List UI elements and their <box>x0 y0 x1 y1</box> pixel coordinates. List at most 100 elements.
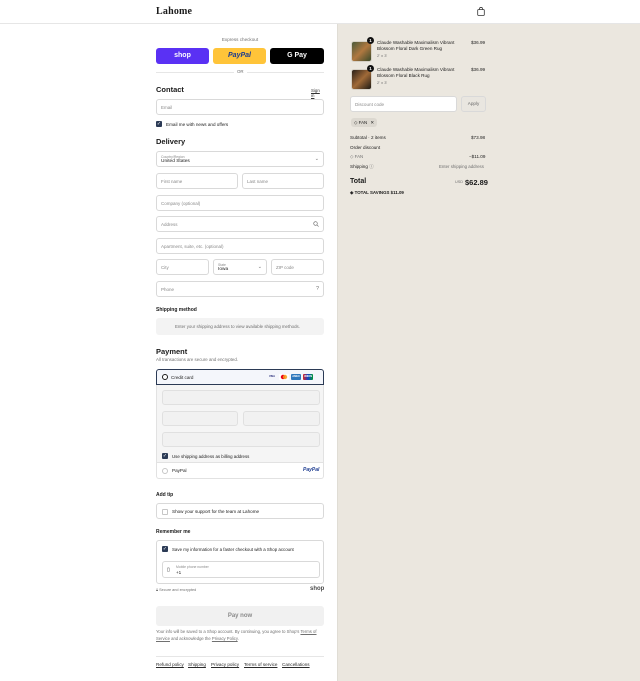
unionpay-icon: UNION <box>303 374 313 380</box>
subtotal-value: $73.98 <box>471 135 486 140</box>
paypal-logo: PayPal <box>303 467 320 473</box>
address-field[interactable]: Address <box>156 216 324 232</box>
credit-card-option[interactable]: Credit card VISA AMEX UNION <box>156 369 324 385</box>
tip-option[interactable]: Show your support for the team at Lahome <box>156 503 324 519</box>
payment-subtitle: All transactions are secure and encrypte… <box>156 357 239 362</box>
search-icon <box>313 221 319 227</box>
product-name: Claude Washable Maximalism Vibrant Bloss… <box>377 67 455 78</box>
delivery-heading: Delivery <box>156 137 186 146</box>
pay-now-button[interactable]: Pay now <box>156 606 324 626</box>
product-name: Claude Washable Maximalism Vibrant Bloss… <box>377 40 455 51</box>
discount-value: −$11.09 <box>469 154 486 159</box>
order-summary-panel: 1 Claude Washable Maximalism Vibrant Blo… <box>337 24 640 681</box>
contact-heading: Contact <box>156 85 184 94</box>
city-field[interactable]: City <box>156 259 209 275</box>
tag-icon: ◇ <box>350 154 354 159</box>
phone-field[interactable]: Phone ? <box>156 281 324 297</box>
phone-icon: ▯ <box>167 567 170 573</box>
payment-heading: Payment <box>156 347 188 356</box>
product-variant: 2' x 3' <box>377 53 388 58</box>
footer-divider <box>156 656 324 657</box>
shipping-method-message: Enter your shipping address to view avai… <box>156 318 324 335</box>
or-divider-label: OR <box>234 69 247 74</box>
brand-logo[interactable]: Lahome <box>156 6 192 17</box>
shipping-value: Enter shipping address <box>439 164 484 169</box>
secure-label: 🔒︎ Secure and encrypted <box>156 588 197 592</box>
product-price: $36.99 <box>471 67 486 72</box>
product-price: $36.99 <box>471 40 486 45</box>
company-field[interactable]: Company (optional) <box>156 195 324 211</box>
shipping-link[interactable]: Shipping <box>188 662 206 667</box>
currency-label: USD <box>455 180 464 184</box>
state-select[interactable]: State Iowa ⌄ <box>213 259 267 275</box>
country-select[interactable]: Country/Region United States ⌄ <box>156 151 324 167</box>
paypal-radio[interactable] <box>162 468 168 474</box>
security-code-field[interactable] <box>243 411 320 426</box>
amex-icon: AMEX <box>291 374 301 380</box>
apartment-field[interactable]: Apartment, suite, etc. (optional) <box>156 238 324 254</box>
shop-pay-button[interactable]: shop <box>156 48 209 64</box>
card-icons: VISA AMEX UNION <box>265 374 313 380</box>
product-variant: 2' x 3' <box>377 80 388 85</box>
privacy-link[interactable]: Privacy Policy <box>212 636 238 641</box>
email-field[interactable]: Email <box>156 99 324 115</box>
header: Lahome <box>0 0 640 24</box>
save-info-label: Save my information for a faster checkou… <box>172 547 294 552</box>
order-discount-label: Order discount <box>350 145 381 150</box>
discount-tag: ◇ FAN ✕ <box>351 118 378 127</box>
card-number-field[interactable] <box>162 390 320 405</box>
shop-logo: shop <box>310 586 325 592</box>
billing-checkbox[interactable]: ✓ <box>162 453 168 459</box>
tag-icon: ◈ <box>350 190 354 195</box>
total-savings: ◈ TOTAL SAVINGS $11.09 <box>350 190 404 195</box>
first-name-field[interactable]: First name <box>156 173 238 189</box>
paypal-button[interactable]: PayPal <box>213 48 266 64</box>
save-info-checkbox[interactable]: ✓ <box>162 546 168 552</box>
card-details-panel: ✓ Use shipping address as billing addres… <box>156 385 324 463</box>
total-label: Total <box>350 178 367 185</box>
chevron-down-icon: ⌄ <box>314 156 319 162</box>
news-label: Email me with news and offers <box>166 122 229 127</box>
legal-text: Your info will be saved to a Shop accoun… <box>156 629 317 641</box>
express-checkout-title: Express checkout <box>221 37 259 42</box>
quantity-badge: 1 <box>367 37 374 44</box>
discount-code-row: ◇ FAN <box>350 154 364 159</box>
product-thumbnail <box>351 41 372 62</box>
tip-checkbox[interactable] <box>162 508 168 515</box>
billing-label: Use shipping address as billing address <box>172 454 250 459</box>
visa-icon: VISA <box>268 375 276 378</box>
sign-in-link[interactable]: Sign in <box>311 88 324 98</box>
mobile-phone-field[interactable]: ▯ Mobile phone number +1 <box>162 561 320 578</box>
shipping-method-heading: Shipping method <box>156 307 197 313</box>
remember-me-box: ✓ Save my information for a faster check… <box>156 540 324 584</box>
tip-heading: Add tip <box>156 492 174 498</box>
expiration-field[interactable] <box>162 411 238 426</box>
total-value: $62.89 <box>465 178 488 187</box>
refund-policy-link[interactable]: Refund policy <box>156 662 184 667</box>
quantity-badge: 1 <box>367 65 374 72</box>
tag-icon: ◇ <box>354 120 358 125</box>
product-thumbnail <box>351 69 372 90</box>
news-checkbox[interactable]: ✓ <box>156 121 162 127</box>
credit-card-radio[interactable] <box>162 374 168 380</box>
paypal-option[interactable]: PayPal PayPal <box>156 463 324 479</box>
subtotal-label: Subtotal · 2 items <box>350 135 386 140</box>
discount-code-input[interactable]: Discount code <box>350 96 457 112</box>
privacy-policy-link[interactable]: Privacy policy <box>211 662 239 667</box>
info-icon: ⓘ <box>369 164 374 169</box>
google-pay-button[interactable]: G Pay <box>270 48 324 64</box>
mastercard-icon <box>279 374 289 380</box>
shipping-label: Shipping ⓘ <box>350 164 374 169</box>
cancellations-link[interactable]: Cancellations <box>282 662 310 667</box>
terms-of-service-link[interactable]: Terms of service <box>244 662 277 667</box>
shopping-bag-icon[interactable] <box>477 7 485 16</box>
remove-discount-icon[interactable]: ✕ <box>370 120 374 125</box>
apply-discount-button[interactable]: Apply <box>461 96 486 112</box>
lock-icon: 🔒︎ <box>156 588 159 592</box>
last-name-field[interactable]: Last name <box>242 173 324 189</box>
help-icon[interactable]: ? <box>316 286 319 292</box>
discount-tag-label: FAN <box>358 120 368 125</box>
zip-field[interactable]: ZIP code <box>271 259 324 275</box>
remember-me-heading: Remember me <box>156 529 191 535</box>
name-on-card-field[interactable] <box>162 432 320 447</box>
